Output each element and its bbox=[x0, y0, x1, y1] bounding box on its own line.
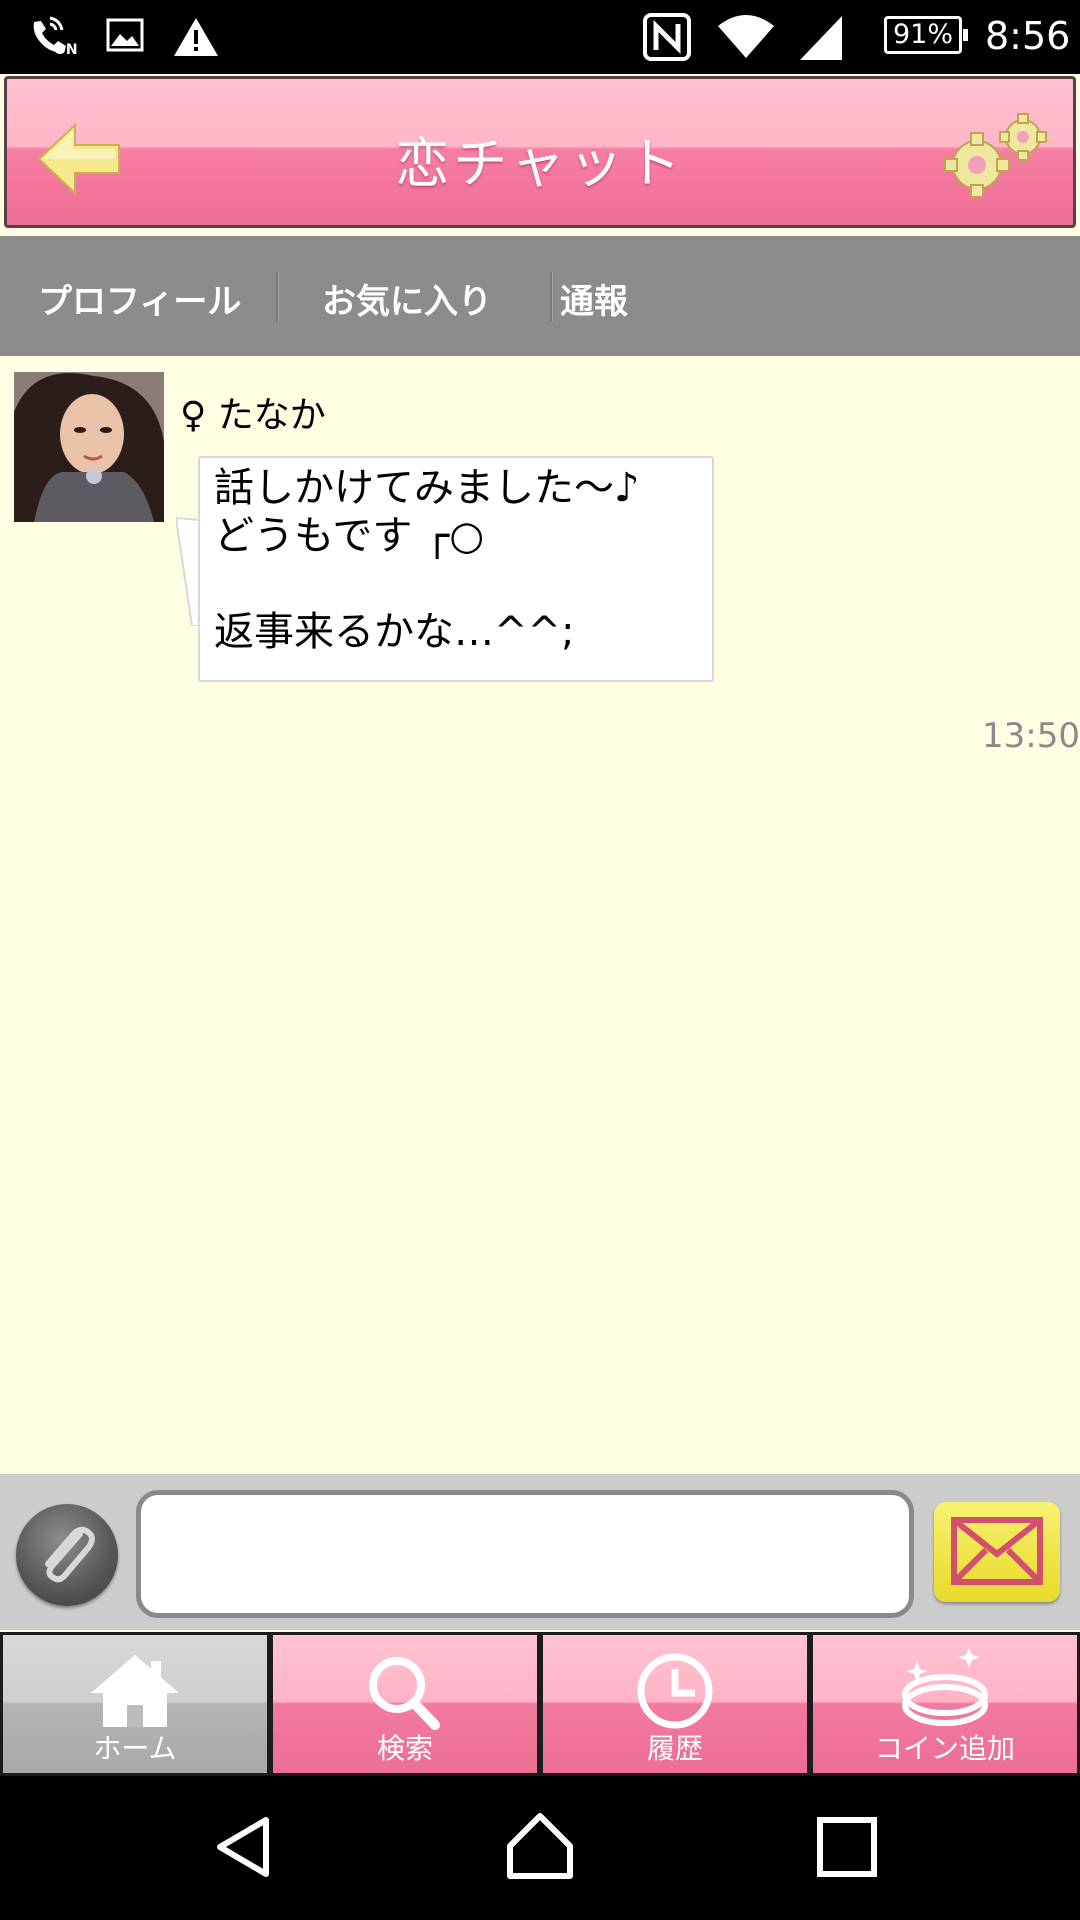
home-icon[interactable] bbox=[504, 1810, 576, 1882]
subnav-report[interactable]: 通報 bbox=[560, 274, 628, 323]
message-input[interactable] bbox=[136, 1490, 914, 1618]
nfc-on-label: ON bbox=[54, 42, 78, 58]
page-title: 恋チャット bbox=[395, 132, 685, 195]
tab-label: 検索 bbox=[376, 1732, 433, 1765]
battery-indicator: 91% bbox=[884, 16, 968, 54]
avatar-photo bbox=[14, 372, 164, 522]
profile-subnav: プロフィール お気に入り 通報 bbox=[0, 236, 1080, 356]
message-composer bbox=[0, 1474, 1080, 1630]
nfc-icon bbox=[643, 13, 691, 61]
tab-label: コイン追加 bbox=[874, 1732, 1015, 1765]
tab-label: 履歴 bbox=[646, 1732, 703, 1765]
message-line bbox=[214, 560, 698, 608]
sender-avatar[interactable] bbox=[14, 372, 164, 522]
app-header: 恋チャット bbox=[4, 76, 1076, 228]
coin-icon bbox=[902, 1647, 988, 1726]
tab-history[interactable]: 履歴 bbox=[543, 1635, 807, 1773]
subnav-divider bbox=[276, 272, 278, 322]
warning-icon bbox=[174, 18, 218, 56]
search-icon bbox=[369, 1657, 440, 1730]
settings-button[interactable] bbox=[943, 109, 1053, 209]
sender-name: ♀ たなか bbox=[180, 395, 326, 436]
gears-icon bbox=[944, 113, 1047, 198]
recents-icon[interactable] bbox=[812, 1812, 882, 1882]
status-time: 8:56 bbox=[985, 14, 1071, 58]
tab-label: ホーム bbox=[93, 1732, 177, 1765]
paperclip-icon bbox=[45, 1526, 95, 1583]
subnav-favorites[interactable]: お気に入り bbox=[322, 274, 492, 323]
tab-search[interactable]: 検索 bbox=[273, 1635, 537, 1773]
message-line: どうもです ┌○ bbox=[214, 513, 485, 559]
tab-add-coins[interactable]: コイン追加 bbox=[813, 1635, 1077, 1773]
system-nav-bar bbox=[0, 1776, 1080, 1920]
subnav-divider bbox=[550, 272, 552, 322]
back-icon[interactable] bbox=[210, 1812, 280, 1882]
attach-button[interactable] bbox=[16, 1504, 118, 1606]
send-button[interactable] bbox=[934, 1502, 1060, 1602]
bottom-tab-bar: ホーム 検索 履歴 コイン追加 bbox=[0, 1632, 1080, 1776]
message-timestamp: 13:50 bbox=[982, 716, 1080, 756]
home-icon bbox=[91, 1655, 179, 1727]
status-bar: ON 91% 8:56 bbox=[0, 0, 1080, 74]
tab-home[interactable]: ホーム bbox=[3, 1635, 267, 1773]
image-icon bbox=[106, 18, 144, 52]
clock-icon bbox=[637, 1653, 713, 1729]
wifi-icon bbox=[718, 15, 774, 58]
signal-icon bbox=[800, 16, 842, 60]
message-line: 話しかけてみました〜♪ bbox=[214, 465, 640, 511]
message-line: 返事来るかな…^^; bbox=[214, 609, 575, 655]
envelope-icon bbox=[951, 1517, 1043, 1585]
message-bubble: 話しかけてみました〜♪ どうもです ┌○ 返事来るかな…^^; bbox=[198, 456, 714, 682]
subnav-profile[interactable]: プロフィール bbox=[38, 274, 241, 323]
